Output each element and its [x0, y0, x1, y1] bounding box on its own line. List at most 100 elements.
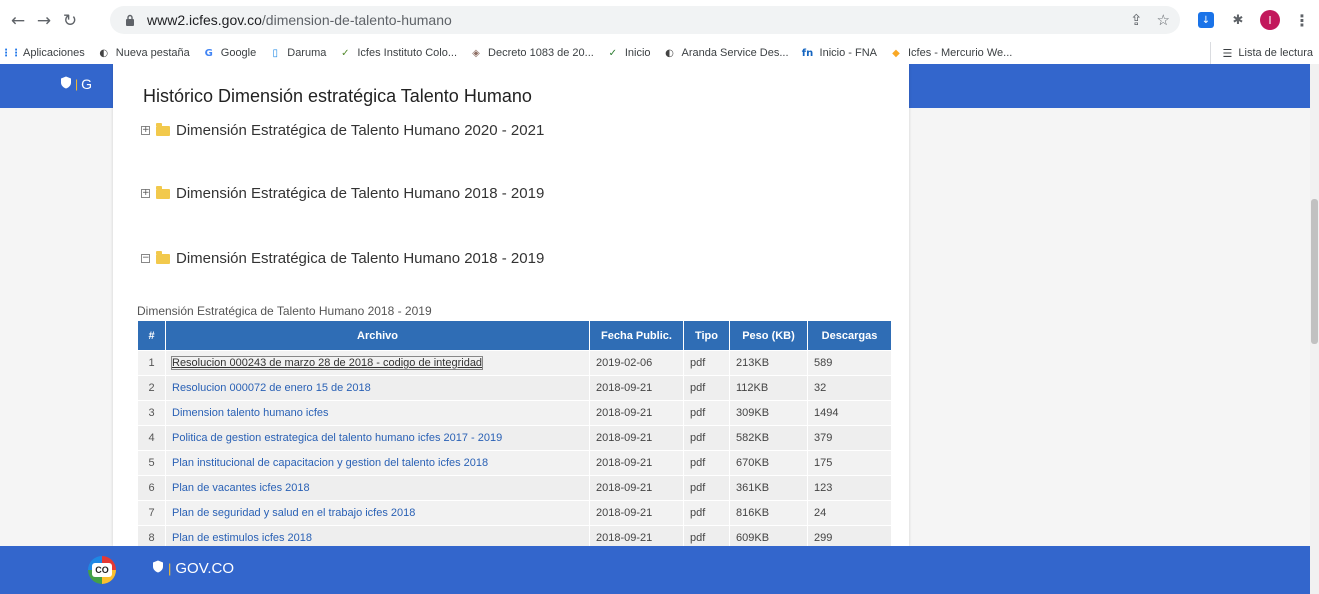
expand-icon[interactable]: + [141, 189, 150, 198]
lock-icon[interactable] [123, 13, 137, 27]
daruma-icon: ▯ [272, 47, 278, 59]
icfes-icon: ✓ [608, 47, 618, 59]
reload-icon[interactable]: ↻ [57, 8, 83, 34]
file-type-text: pdf [690, 507, 706, 519]
file-size: 112KB [729, 375, 808, 401]
bookmark-item[interactable]: fn Inicio - FNA [801, 46, 877, 60]
file-link-text[interactable]: Plan institucional de capacitacion y ges… [172, 457, 488, 469]
section-label[interactable]: Dimensión Estratégica de Talento Humano … [176, 185, 544, 202]
download-count-text: 24 [814, 507, 827, 519]
download-count-text: 379 [814, 432, 833, 444]
bookmark-item[interactable]: ✓ Inicio [606, 46, 651, 60]
share-icon[interactable]: ⇪ [1130, 11, 1143, 29]
file-link[interactable]: Politica de gestion estrategica del tale… [165, 425, 590, 451]
section-label[interactable]: Dimensión Estratégica de Talento Humano … [176, 250, 544, 267]
collapse-icon[interactable]: − [141, 254, 150, 263]
section-toggle-2018-2019-b[interactable]: − Dimensión Estratégica de Talento Human… [141, 250, 544, 267]
download-extension-icon[interactable]: ↓ [1195, 9, 1217, 31]
file-link[interactable]: Plan de vacantes icfes 2018 [165, 475, 590, 501]
file-size-text: 582KB [736, 432, 770, 444]
bookmark-item[interactable]: ◐ Aranda Service Des... [663, 46, 788, 60]
back-arrow-icon[interactable]: ← [5, 8, 31, 34]
file-link-text[interactable]: Plan de estimulos icfes 2018 [172, 532, 312, 544]
file-link[interactable]: Resolucion 000243 de marzo 28 de 2018 - … [165, 350, 590, 376]
publish-date: 2018-09-21 [589, 400, 684, 426]
scrollbar-thumb[interactable] [1311, 199, 1318, 344]
bookmark-item[interactable]: ⋮⋮ Aplicaciones [1, 46, 85, 60]
publish-date: 2018-09-21 [589, 450, 684, 476]
table-row: 6 Plan de vacantes icfes 2018 2018-09-21 pd… [137, 475, 892, 501]
row-number: 4 [137, 425, 166, 451]
download-count: 32 [807, 375, 892, 401]
expand-icon[interactable]: + [141, 126, 150, 135]
row-number-text: 4 [148, 432, 155, 444]
table-row: 7 Plan de seguridad y salud en el trabajo… [137, 500, 892, 526]
bookmarks-bar: ⋮⋮ Aplicaciones ◐ Nueva pestaña G Google ▯ Daru… [0, 42, 1319, 64]
puzzle-extensions-icon[interactable]: ✱ [1227, 9, 1249, 31]
table-row: 3 Dimension talento humano icfes 2018-09-2… [137, 400, 892, 426]
publish-date: 2018-09-21 [589, 425, 684, 451]
section-toggle-2018-2019-a[interactable]: + Dimensión Estratégica de Talento Human… [141, 185, 544, 202]
download-count-text: 175 [814, 457, 833, 469]
file-link-text[interactable]: Dimension talento humano icfes [172, 407, 329, 419]
file-link-text[interactable]: Plan de vacantes icfes 2018 [172, 482, 310, 494]
bookmark-item[interactable]: ◐ Nueva pestaña [97, 46, 189, 60]
col-header-number: # [137, 320, 166, 351]
bookmark-item[interactable]: G Google [202, 46, 257, 60]
file-link-text[interactable]: Resolucion 000072 de enero 15 de 2018 [172, 382, 371, 394]
col-header-peso[interactable]: Peso (KB) [729, 320, 808, 351]
extensions-area: ↓ ✱ I ⋮ [1195, 7, 1313, 33]
publish-date-text: 2018-09-21 [596, 382, 653, 394]
row-number: 1 [137, 350, 166, 376]
file-size-text: 361KB [736, 482, 770, 494]
download-count-text: 123 [814, 482, 833, 494]
download-count-text: 299 [814, 532, 833, 544]
col-header-archivo[interactable]: Archivo [165, 320, 590, 351]
file-link[interactable]: Resolucion 000072 de enero 15 de 2018 [165, 375, 590, 401]
page-scrollbar[interactable] [1310, 64, 1319, 594]
bookmark-star-icon[interactable]: ☆ [1157, 11, 1170, 29]
file-link[interactable]: Plan de seguridad y salud en el trabajo … [165, 500, 590, 526]
more-menu-icon[interactable]: ⋮ [1291, 9, 1313, 31]
file-size: 361KB [729, 475, 808, 501]
documents-table: # Archivo Fecha Public. Tipo Peso (KB) D… [137, 320, 892, 551]
forward-arrow-icon[interactable]: → [31, 8, 57, 34]
file-type: pdf [683, 375, 730, 401]
folder-open-icon [156, 250, 170, 264]
bookmark-label: Icfes Instituto Colo... [357, 47, 458, 59]
table-row: 5 Plan institucional de capacitacion y ge… [137, 450, 892, 476]
publish-date-text: 2018-09-21 [596, 532, 653, 544]
url-path: /dimension-de-talento-humano [261, 12, 452, 28]
file-link[interactable]: Plan institucional de capacitacion y ges… [165, 450, 590, 476]
row-number-text: 5 [148, 457, 155, 469]
reading-list-label: Lista de lectura [1238, 47, 1313, 59]
bookmark-item[interactable]: ✓ Icfes Instituto Colo... [338, 46, 457, 60]
section-label[interactable]: Dimensión Estratégica de Talento Humano … [176, 122, 544, 139]
bookmark-item[interactable]: ◈ Decreto 1083 de 20... [469, 46, 594, 60]
gov-header-logo[interactable]: | G [60, 76, 92, 92]
file-type-text: pdf [690, 532, 706, 544]
col-header-descargas[interactable]: Descargas [807, 320, 892, 351]
colombia-co-logo[interactable]: CO [88, 556, 116, 584]
section-toggle-2020-2021[interactable]: + Dimensión Estratégica de Talento Human… [141, 122, 544, 139]
gov-header-text: G [81, 76, 93, 92]
icfes-icon: ✓ [341, 47, 350, 59]
file-link-text[interactable]: Resolucion 000243 de marzo 28 de 2018 - … [170, 356, 484, 370]
file-link-text[interactable]: Politica de gestion estrategica del tale… [172, 432, 502, 444]
col-header-fecha[interactable]: Fecha Public. [589, 320, 684, 351]
file-link[interactable]: Dimension talento humano icfes [165, 400, 590, 426]
bookmark-item[interactable]: ▯ Daruma [268, 46, 326, 60]
gov-separator: | [168, 561, 172, 576]
address-bar[interactable]: www2.icfes.gov.co/dimension-de-talento-h… [110, 6, 1180, 34]
url-text[interactable]: www2.icfes.gov.co/dimension-de-talento-h… [147, 12, 452, 28]
profile-avatar[interactable]: I [1259, 9, 1281, 31]
file-type: pdf [683, 400, 730, 426]
shield-icon [60, 76, 72, 92]
col-header-tipo[interactable]: Tipo [683, 320, 730, 351]
file-link-text[interactable]: Plan de seguridad y salud en el trabajo … [172, 507, 415, 519]
bookmark-item[interactable]: ◆ Icfes - Mercurio We... [889, 46, 1012, 60]
gov-footer-logo[interactable]: | GOV.CO [152, 560, 234, 577]
reading-list-button[interactable]: ☰ Lista de lectura [1209, 42, 1313, 64]
reading-list-icon: ☰ [1222, 46, 1233, 60]
file-type-text: pdf [690, 457, 706, 469]
